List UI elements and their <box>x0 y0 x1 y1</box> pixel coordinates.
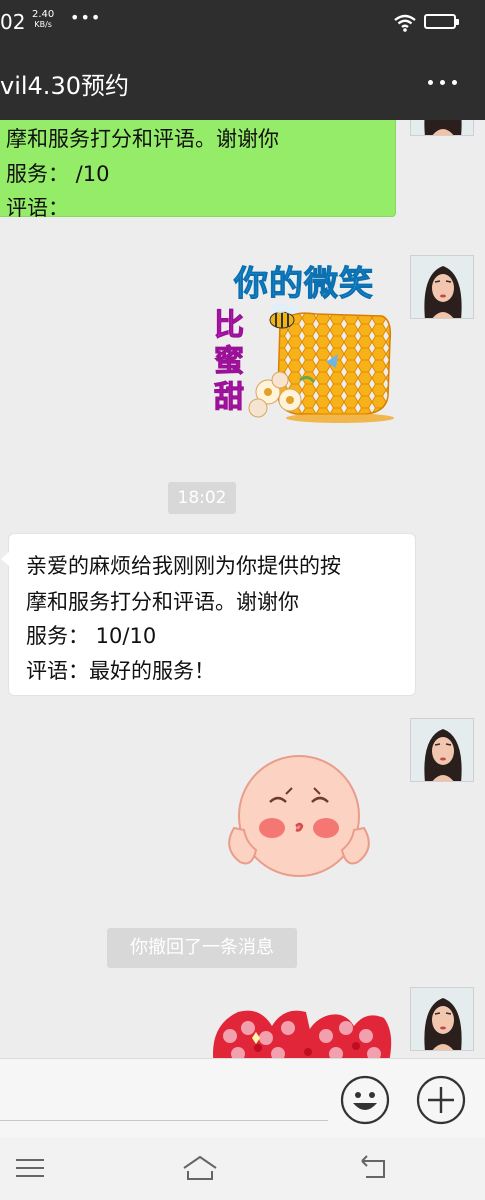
chat-header: vil4.30预约 <box>0 46 485 120</box>
avatar[interactable] <box>410 120 474 136</box>
wifi-icon <box>394 14 416 32</box>
sticker-caption: 你的微笑 <box>234 264 374 305</box>
chat-title: vil4.30预约 <box>0 72 129 100</box>
sticker-honey[interactable]: 你的微笑 比蜜甜 <box>206 252 402 432</box>
network-speed: 2.40 KB/s <box>32 10 54 30</box>
network-speed-value: 2.40 <box>32 9 55 20</box>
message-text: 评语： <box>6 196 69 220</box>
avatar[interactable] <box>410 255 474 319</box>
message-text: 服务： /10 <box>6 162 110 186</box>
more-dots-icon <box>440 80 445 85</box>
menu-icon[interactable] <box>12 1153 48 1183</box>
message-text: 亲爱的麻烦给我刚刚为你提供的按 <box>26 554 341 578</box>
notification-dots: ••• <box>70 8 102 27</box>
message-text: 摩和服务打分和评语。谢谢你 <box>26 590 299 614</box>
chat-messages[interactable]: 摩和服务打分和评语。谢谢你 服务： /10 评语： 你的微笑 比蜜甜 18:02… <box>0 120 485 1058</box>
sticker-caption: 比蜜甜 <box>214 308 245 416</box>
home-icon[interactable] <box>182 1153 218 1183</box>
back-icon[interactable] <box>358 1153 394 1183</box>
status-bar: 02 2.40 KB/s ••• 89 <box>0 0 485 46</box>
network-speed-unit: KB/s <box>34 20 52 29</box>
plus-circle-icon[interactable] <box>416 1075 466 1125</box>
avatar-photo <box>411 719 473 781</box>
timestamp-divider: 18:02 <box>168 482 236 514</box>
more-dots-icon <box>452 80 457 85</box>
sticker-cute-face[interactable] <box>222 750 376 886</box>
avatar-photo <box>411 120 473 135</box>
message-input[interactable] <box>0 1079 328 1121</box>
sticker-rose-hearts[interactable] <box>208 1006 392 1058</box>
more-options-button[interactable] <box>420 64 466 100</box>
message-text: 服务： 10/10 <box>26 624 157 648</box>
battery-cap <box>456 19 459 25</box>
status-time: 02 <box>0 10 26 34</box>
emoji-face-icon[interactable] <box>340 1075 390 1125</box>
system-navigation-bar <box>0 1138 485 1200</box>
message-bubble-sent[interactable]: 摩和服务打分和评语。谢谢你 服务： /10 评语： <box>0 120 396 220</box>
message-text: 评语：最好的服务！ <box>26 659 215 683</box>
recall-notice: 你撤回了一条消息 <box>107 928 297 968</box>
message-input-bar <box>0 1058 485 1139</box>
message-text: 摩和服务打分和评语。谢谢你 <box>6 127 279 151</box>
avatar[interactable] <box>410 718 474 782</box>
battery-icon: 89 <box>424 14 456 29</box>
avatar-photo <box>411 988 473 1050</box>
message-bubble-received[interactable]: 亲爱的麻烦给我刚刚为你提供的按 摩和服务打分和评语。谢谢你 服务： 10/10 … <box>1 533 416 696</box>
honeycomb-illustration <box>248 303 394 423</box>
avatar-photo <box>411 256 473 318</box>
more-dots-icon <box>428 80 433 85</box>
battery-level: 89 <box>433 15 447 26</box>
avatar[interactable] <box>410 987 474 1051</box>
